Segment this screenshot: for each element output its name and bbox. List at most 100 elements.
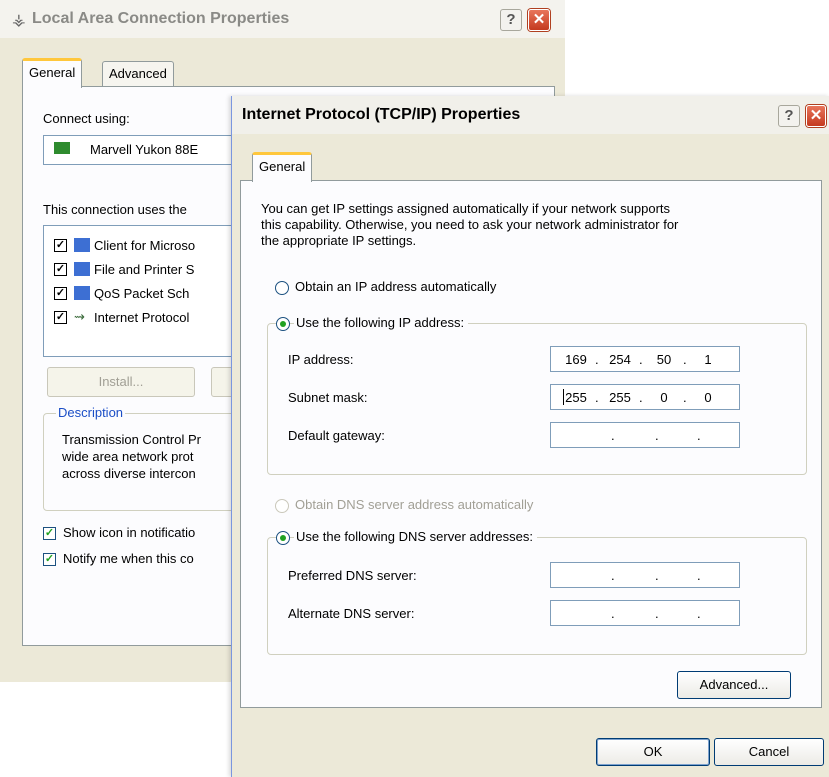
component-checkbox[interactable]: ✓ [54,311,67,324]
dialog-title: Local Area Connection Properties [32,10,290,27]
subnet-mask-label: Subnet mask: [288,390,368,405]
ip-dot: . [595,390,599,405]
advanced-button-label: Advanced... [699,677,769,692]
component-label: QoS Packet Sch [94,286,190,301]
dns-server-group: Use the following DNS server addresses: … [267,529,807,655]
dialog-title: Internet Protocol (TCP/IP) Properties [242,106,521,123]
ip-octet[interactable]: 169 [563,352,589,367]
tab-general-label: General [29,65,76,80]
close-icon: ✕ [532,11,546,28]
preferred-dns-label: Preferred DNS server: [288,568,417,583]
ip-dot: . [611,568,615,583]
title-bar[interactable]: Internet Protocol (TCP/IP) Properties ? … [232,96,829,134]
tab-general[interactable]: General [22,58,83,88]
tab-general-label: General [259,159,306,174]
show-icon-label: Show icon in notificatio [63,525,196,540]
alternate-dns-label: Alternate DNS server: [288,606,415,621]
ip-dot: . [697,606,701,621]
help-button[interactable]: ? [500,9,522,31]
help-icon: ? [506,11,516,28]
advanced-button[interactable]: Advanced... [677,671,791,699]
ip-octet[interactable]: 254 [607,352,633,367]
default-gateway-field[interactable]: . . . [550,422,740,448]
mask-octet[interactable]: 255 [607,390,633,405]
component-checkbox[interactable]: ✓ [54,239,67,252]
component-checkbox[interactable]: ✓ [54,287,67,300]
cancel-button-label: Cancel [748,744,790,759]
help-button[interactable]: ? [778,105,800,127]
notify-label: Notify me when this co [63,551,194,566]
ip-octet[interactable]: 1 [695,352,721,367]
component-label: Internet Protocol [94,310,190,325]
network-adapter-icon [54,142,70,154]
help-icon: ? [784,107,794,124]
mask-octet[interactable]: 255 [563,390,589,405]
ip-octet[interactable]: 50 [651,352,677,367]
ip-dot: . [611,428,615,443]
adapter-name: Marvell Yukon 88E [90,142,199,157]
install-button[interactable]: Install... [47,367,195,397]
ip-dot: . [655,568,659,583]
ip-dot: . [611,606,615,621]
use-following-dns-label: Use the following DNS server addresses: [294,529,537,544]
ip-dot: . [655,606,659,621]
ok-button[interactable]: OK [596,738,710,766]
connect-using-label: Connect using: [43,111,130,126]
tab-advanced-label: Advanced [109,66,167,81]
intro-line: You can get IP settings assigned automat… [261,201,671,216]
title-bar[interactable]: ⚶ Local Area Connection Properties ? ✕ [0,0,565,38]
network-connection-icon: ⚶ [12,12,26,29]
tcpip-properties-dialog: Internet Protocol (TCP/IP) Properties ? … [231,96,829,777]
alternate-dns-field[interactable]: . . . [550,600,740,626]
protocol-icon: ⇝ [74,309,85,324]
ok-button-label: OK [643,744,663,759]
ip-address-group: Use the following IP address: IP address… [267,315,807,475]
mask-octet[interactable]: 0 [695,390,721,405]
ip-address-field[interactable]: 169 . 254 . 50 . 1 [550,346,740,372]
close-icon: ✕ [809,107,823,124]
close-button[interactable]: ✕ [528,9,550,31]
description-legend: Description [56,405,126,420]
use-following-dns-radio[interactable] [276,531,290,545]
notify-checkbox[interactable]: ✓ [43,553,56,566]
use-following-ip-label: Use the following IP address: [294,315,469,330]
close-button[interactable]: ✕ [806,105,826,127]
default-gateway-label: Default gateway: [288,428,385,443]
component-checkbox[interactable]: ✓ [54,263,67,276]
show-icon-checkbox[interactable]: ✓ [43,527,56,540]
components-label: This connection uses the [43,202,187,217]
subnet-mask-field[interactable]: 255 . 255 . 0 . 0 [550,384,740,410]
ip-address-label: IP address: [288,352,354,367]
tab-advanced[interactable]: Advanced [102,61,174,87]
ip-dot: . [639,352,643,367]
ip-dot: . [639,390,643,405]
component-label: Client for Microso [94,238,196,253]
ip-dot: . [683,352,687,367]
ip-dot: . [683,390,687,405]
use-following-ip-radio[interactable] [276,317,290,331]
radio-selected-dot [280,535,286,541]
obtain-dns-auto-radio[interactable] [275,499,289,513]
description-line: Transmission Control Pr [62,432,201,447]
ip-dot: . [697,568,701,583]
description-line: across diverse intercon [62,466,196,481]
ip-dot: . [655,428,659,443]
obtain-ip-auto-radio[interactable] [275,281,289,295]
cancel-button[interactable]: Cancel [714,738,824,766]
tab-general[interactable]: General [252,152,313,182]
install-button-label: Install... [98,374,144,389]
general-page: You can get IP settings assigned automat… [240,180,822,708]
preferred-dns-field[interactable]: . . . [550,562,740,588]
obtain-ip-auto-label: Obtain an IP address automatically [295,279,497,294]
qos-scheduler-icon [74,286,90,300]
description-line: wide area network prot [62,449,194,464]
intro-line: this capability. Otherwise, you need to … [261,217,679,232]
component-label: File and Printer S [94,262,195,277]
obtain-dns-auto-label: Obtain DNS server address automatically [295,497,534,512]
file-printer-sharing-icon [74,262,90,276]
mask-octet[interactable]: 0 [651,390,677,405]
radio-selected-dot [280,321,286,327]
intro-line: the appropriate IP settings. [261,233,417,248]
ip-dot: . [697,428,701,443]
network-client-icon [74,238,90,252]
